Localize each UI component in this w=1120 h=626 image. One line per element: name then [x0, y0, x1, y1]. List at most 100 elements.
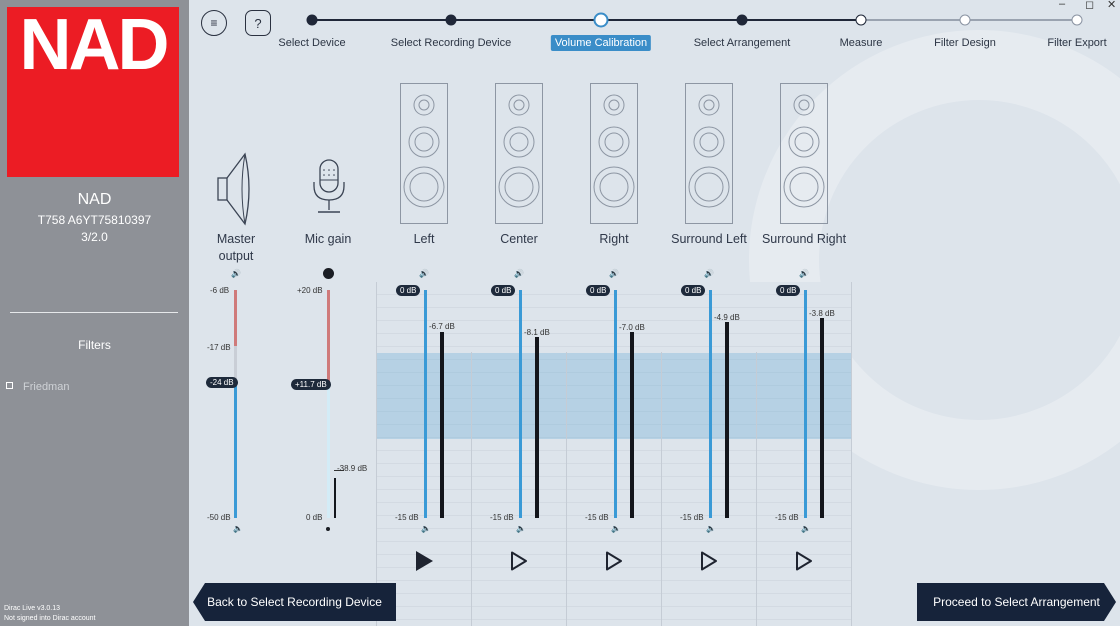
step-dot-measure[interactable]	[855, 14, 867, 26]
channel-level-label-left: -6.7 dB	[429, 322, 455, 331]
volume-icon: 🔊	[419, 269, 429, 278]
channel-bottom-label-center: -15 dB	[490, 513, 514, 522]
loudspeaker-icon-left	[400, 83, 448, 224]
channel-separator	[756, 352, 757, 626]
mic-gain-bar[interactable]	[327, 384, 330, 518]
help-button[interactable]: ?	[245, 10, 271, 36]
loudspeaker-icon-right	[590, 83, 638, 224]
step-label-select-recording-device[interactable]: Select Recording Device	[391, 37, 511, 49]
sidebar-divider	[10, 312, 178, 313]
channel-gain-handle-right[interactable]: 0 dB	[586, 285, 611, 296]
volume-icon: 🔊	[704, 269, 714, 278]
master-red-range	[234, 290, 237, 346]
loudspeaker-icon-center	[495, 83, 543, 224]
channel-bottom-label-left: -15 dB	[395, 513, 419, 522]
step-label-select-arrangement[interactable]: Select Arrangement	[694, 37, 791, 49]
step-dot-filter-export[interactable]	[1071, 14, 1083, 26]
mute-icon: 🔈	[611, 524, 621, 533]
step-dot-select-arrangement[interactable]	[736, 14, 748, 26]
loudspeaker-icon-surround-right	[780, 83, 828, 224]
step-dot-volume-calibration[interactable]	[593, 12, 609, 28]
play-button-right[interactable]	[605, 551, 623, 571]
channel-level-bar-surround-left	[725, 322, 729, 518]
channel-gain-handle-left[interactable]: 0 dB	[396, 285, 421, 296]
channel-bottom-label-surround-right: -15 dB	[775, 513, 799, 522]
device-model: T758 A6YT75810397	[37, 213, 152, 227]
channel-gain-bar-right[interactable]	[614, 290, 617, 518]
master-top-label: -6 dB	[210, 286, 230, 295]
channel-gain-bar-surround-right[interactable]	[804, 290, 807, 518]
volume-icon: 🔊	[231, 269, 241, 278]
step-label-filter-design[interactable]: Filter Design	[934, 37, 996, 49]
mic-value-handle[interactable]: +11.7 dB	[291, 379, 331, 390]
mic-level-label: -38.9 dB	[337, 464, 368, 473]
master-bottom-label: -50 dB	[207, 513, 231, 522]
filter-checkbox[interactable]	[6, 382, 13, 389]
app-version: Dirac Live v3.0.13	[4, 605, 61, 612]
microphone-icon	[313, 159, 345, 213]
channel-gain-handle-surround-right[interactable]: 0 dB	[776, 285, 801, 296]
back-button[interactable]: Back to Select Recording Device	[193, 583, 396, 621]
mic-bottom-label: 0 dB	[306, 513, 323, 522]
step-dot-select-recording-device[interactable]	[445, 14, 457, 26]
channel-label-left: Left	[413, 232, 435, 246]
channel-level-label-right: -7.0 dB	[619, 323, 645, 332]
play-button-surround-left[interactable]	[700, 551, 718, 571]
channel-separator	[661, 352, 662, 626]
channel-gain-handle-center[interactable]: 0 dB	[491, 285, 516, 296]
step-label-select-device[interactable]: Select Device	[278, 37, 345, 49]
master-level-bar[interactable]	[234, 382, 237, 518]
channel-label-surround-left: Surround Left	[671, 232, 747, 246]
mic-top-label: +20 dB	[297, 286, 323, 295]
volume-icon: 🔊	[609, 269, 619, 278]
channel-level-label-center: -8.1 dB	[524, 328, 550, 337]
step-label-filter-export[interactable]: Filter Export	[1047, 37, 1106, 49]
channel-label-right: Right	[599, 232, 629, 246]
play-button-surround-right[interactable]	[795, 551, 813, 571]
channel-gain-handle-surround-left[interactable]: 0 dB	[681, 285, 706, 296]
step-label-volume-calibration[interactable]: Volume Calibration	[550, 35, 652, 51]
close-icon[interactable]: ✕	[1107, 0, 1116, 11]
channel-level-bar-right	[630, 332, 634, 518]
mic-bottom-dot	[326, 527, 330, 531]
stepper-line-done	[312, 19, 942, 21]
step-label-measure[interactable]: Measure	[840, 37, 883, 49]
step-dot-filter-design[interactable]	[959, 14, 971, 26]
mute-icon: 🔈	[516, 524, 526, 533]
step-dot-select-device[interactable]	[306, 14, 318, 26]
volume-icon: 🔊	[799, 269, 809, 278]
channel-gain-bar-center[interactable]	[519, 290, 522, 518]
mute-icon: 🔈	[421, 524, 431, 533]
channel-separator	[566, 352, 567, 626]
volume-icon: 🔊	[514, 269, 524, 278]
play-button-left[interactable]	[416, 551, 433, 571]
channel-level-bar-surround-right	[820, 318, 824, 518]
menu-button[interactable]: ≡	[201, 10, 227, 36]
mute-icon: 🔈	[801, 524, 811, 533]
channel-bottom-label-right: -15 dB	[585, 513, 609, 522]
mic-red-range	[327, 290, 330, 384]
play-button-center[interactable]	[510, 551, 528, 571]
channel-gain-bar-left[interactable]	[424, 290, 427, 518]
nad-logo: NAD	[7, 7, 179, 177]
channel-separator	[376, 282, 377, 626]
filter-item-friedman[interactable]: Friedman	[23, 381, 69, 393]
mic-gain-label: Mic gain	[304, 232, 352, 246]
master-value-handle[interactable]: -24 dB	[206, 377, 238, 388]
master-output-label: Master output	[216, 232, 256, 263]
mic-level-bar	[334, 478, 336, 518]
next-button[interactable]: Proceed to Select Arrangement	[917, 583, 1116, 621]
master-mid-label: -17 dB	[207, 343, 231, 352]
channel-gain-bar-surround-left[interactable]	[709, 290, 712, 518]
channel-level-label-surround-left: -4.9 dB	[714, 313, 740, 322]
channel-bottom-label-surround-left: -15 dB	[680, 513, 704, 522]
speaker-icon	[217, 152, 250, 226]
sidebar: NAD NAD T758 A6YT75810397 3/2.0 Filters …	[0, 0, 189, 626]
maximize-icon[interactable]: ◻	[1085, 0, 1094, 11]
mute-icon: 🔈	[706, 524, 716, 533]
channel-label-center: Center	[500, 232, 538, 246]
filters-heading: Filters	[78, 338, 111, 352]
channel-level-bar-center	[535, 337, 539, 518]
minimize-icon[interactable]: –	[1059, 0, 1065, 10]
record-indicator	[323, 268, 334, 279]
